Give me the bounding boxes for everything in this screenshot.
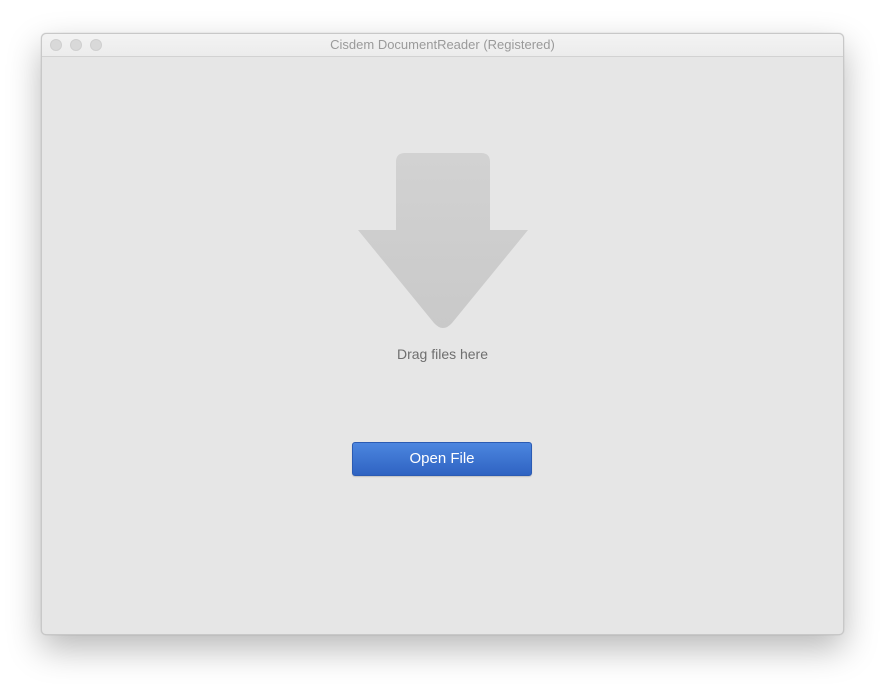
drop-zone[interactable]: Drag files here Open File (42, 57, 843, 634)
window-title: Cisdem DocumentReader (Registered) (330, 37, 555, 52)
app-window: Cisdem DocumentReader (Registered) Drag … (41, 33, 844, 635)
drop-zone-label: Drag files here (396, 346, 489, 362)
title-bar[interactable]: Cisdem DocumentReader (Registered) (42, 34, 843, 57)
down-arrow-icon (358, 153, 528, 328)
open-file-button[interactable]: Open File (352, 442, 532, 476)
